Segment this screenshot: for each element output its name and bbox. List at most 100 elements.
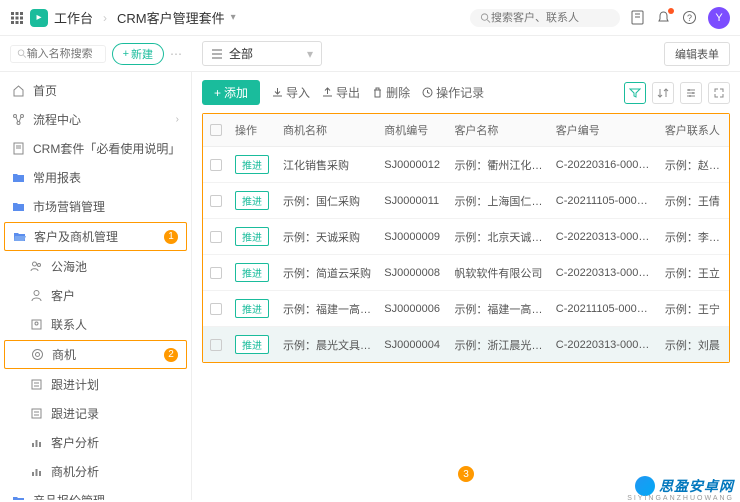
sidebar-item-跟进计划[interactable]: 跟进计划 — [0, 370, 191, 399]
settings-button[interactable] — [680, 82, 702, 104]
table-row[interactable]: 推进 江化销售采购 SJ0000012 示例：衢州江化集团 C-20220316… — [203, 147, 729, 183]
folder-icon — [12, 494, 26, 501]
filter-button[interactable] — [624, 82, 646, 104]
topbar-left: ▸ 工作台 › CRM客户管理套件 ▾ — [10, 8, 236, 27]
table-row[interactable]: 推进 示例：晨光文具设备... SJ0000004 示例：浙江晨光文具... C… — [203, 327, 729, 362]
col-op: 操作 — [229, 114, 277, 146]
promote-button[interactable]: 推进 — [235, 335, 269, 354]
row-checkbox[interactable] — [210, 195, 222, 207]
expand-icon — [713, 87, 725, 99]
sort-button[interactable] — [652, 82, 674, 104]
promote-button[interactable]: 推进 — [235, 227, 269, 246]
sidebar-item-CRM套件「必看使用说明」[interactable]: CRM套件「必看使用说明」 — [0, 134, 191, 163]
home-icon — [12, 84, 26, 98]
table-row[interactable]: 推进 示例：福建一高3月订单 SJ0000006 示例：福建一高集团 C-202… — [203, 291, 729, 327]
sidebar-item-label: 产品报价管理 — [33, 492, 105, 500]
chart-icon — [30, 436, 44, 450]
workspace-label[interactable]: 工作台 — [54, 8, 93, 27]
list-icon — [30, 378, 44, 392]
select-all-checkbox[interactable] — [210, 124, 222, 136]
sidebar-item-联系人[interactable]: 联系人 — [0, 310, 191, 339]
promote-button[interactable]: 推进 — [235, 263, 269, 282]
export-label: 导出 — [336, 84, 360, 101]
promote-button[interactable]: 推进 — [235, 155, 269, 174]
table-row[interactable]: 推进 示例：国仁采购 SJ0000011 示例：上海国仁有限... C-2021… — [203, 183, 729, 219]
row-checkbox[interactable] — [210, 303, 222, 315]
view-label: 全部 — [229, 45, 253, 62]
app-logo-icon: ▸ — [30, 9, 48, 27]
new-button[interactable]: +新建 — [112, 43, 164, 65]
sidebar-item-商机[interactable]: 商机2 — [4, 340, 187, 369]
promote-button[interactable]: 推进 — [235, 299, 269, 318]
add-button[interactable]: +添加 — [202, 80, 260, 105]
watermark-sub: SIYINGANZHUOWANG — [627, 495, 734, 502]
avatar[interactable]: Y — [708, 7, 730, 29]
trash-icon — [372, 87, 383, 98]
edit-form-button[interactable]: 编辑表单 — [664, 42, 730, 66]
cell-name: 江化销售采购 — [277, 149, 378, 181]
table-row[interactable]: 推进 示例：简道云采购 SJ0000008 帆软软件有限公司 C-2022031… — [203, 255, 729, 291]
row-checkbox[interactable] — [210, 339, 222, 351]
export-button[interactable]: 导出 — [322, 84, 360, 101]
row-checkbox[interactable] — [210, 267, 222, 279]
col-contact[interactable]: 客户联系人 — [659, 114, 729, 146]
import-button[interactable]: 导入 — [272, 84, 310, 101]
content: +添加 导入 导出 删除 操作记录 操作 商机名称 商机编号 客户名称 客户 — [192, 72, 740, 500]
cell-customer: 示例：衢州江化集团 — [448, 149, 549, 181]
search-icon — [480, 12, 491, 24]
chevron-down-icon[interactable]: ▾ — [231, 12, 236, 23]
import-label: 导入 — [286, 84, 310, 101]
apps-grid-icon[interactable] — [10, 11, 24, 25]
sidebar-item-客户分析[interactable]: 客户分析 — [0, 428, 191, 457]
col-name[interactable]: 商机名称 — [277, 114, 378, 146]
row-checkbox[interactable] — [210, 159, 222, 171]
sidebar-item-首页[interactable]: 首页 — [0, 76, 191, 105]
sidebar: 首页流程中心›CRM套件「必看使用说明」常用报表市场营销管理客户及商机管理1公海… — [0, 72, 192, 500]
sidebar-item-市场营销管理[interactable]: 市场营销管理 — [0, 192, 191, 221]
cell-contact: 示例：王宁 — [659, 293, 729, 325]
sliders-icon — [685, 87, 697, 99]
row-checkbox[interactable] — [210, 231, 222, 243]
notebook-icon[interactable] — [630, 10, 646, 26]
more-icon[interactable]: ⋯ — [170, 47, 182, 61]
expand-button[interactable] — [708, 82, 730, 104]
sidebar-item-公海池[interactable]: 公海池 — [0, 252, 191, 281]
view-selector[interactable]: 全部 ▾ — [202, 41, 322, 66]
help-icon[interactable]: ? — [682, 10, 698, 26]
secondbar-left: +新建 ⋯ — [0, 43, 192, 65]
watermark: 思盈安卓网 SIYINGANZHUOWANG — [635, 476, 734, 496]
cell-customer-code: C-20220313-0000004 — [550, 331, 659, 359]
table-row[interactable]: 推进 示例：天诚采购 SJ0000009 示例：北京天诚软件... C-2022… — [203, 219, 729, 255]
sidebar-item-客户及商机管理[interactable]: 客户及商机管理1 — [4, 222, 187, 251]
sidebar-item-流程中心[interactable]: 流程中心› — [0, 105, 191, 134]
chevron-down-icon: ▾ — [307, 47, 313, 61]
sidebar-item-label: 客户 — [51, 287, 75, 304]
bell-icon[interactable] — [656, 10, 672, 26]
sidebar-item-客户[interactable]: 客户 — [0, 281, 191, 310]
sidebar-item-商机分析[interactable]: 商机分析 — [0, 457, 191, 486]
app-name[interactable]: CRM客户管理套件 — [117, 8, 225, 27]
cell-customer: 示例：北京天诚软件... — [448, 221, 549, 253]
global-search[interactable] — [470, 9, 620, 27]
log-button[interactable]: 操作记录 — [422, 84, 484, 101]
cell-code: SJ0000004 — [378, 331, 448, 359]
sidebar-search-input[interactable] — [27, 48, 99, 60]
top-bar: ▸ 工作台 › CRM客户管理套件 ▾ ? Y — [0, 0, 740, 36]
sidebar-item-label: 跟进计划 — [51, 376, 99, 393]
cell-name: 示例：福建一高3月订单 — [277, 293, 378, 325]
col-code[interactable]: 商机编号 — [378, 114, 448, 146]
promote-button[interactable]: 推进 — [235, 191, 269, 210]
sidebar-item-产品报价管理[interactable]: 产品报价管理 — [0, 486, 191, 500]
cell-customer-code: C-20220316-0000001 — [550, 151, 659, 179]
sidebar-item-常用报表[interactable]: 常用报表 — [0, 163, 191, 192]
col-customer-code[interactable]: 客户编号 — [550, 114, 659, 146]
filter-icon — [629, 87, 641, 99]
global-search-input[interactable] — [491, 12, 610, 24]
cell-customer-code: C-20211105-0000004 — [550, 295, 659, 323]
col-customer[interactable]: 客户名称 — [448, 114, 549, 146]
delete-button[interactable]: 删除 — [372, 84, 410, 101]
sidebar-item-label: 流程中心 — [33, 111, 81, 128]
sidebar-item-跟进记录[interactable]: 跟进记录 — [0, 399, 191, 428]
contact-icon — [30, 318, 44, 332]
sidebar-search[interactable] — [10, 45, 106, 63]
